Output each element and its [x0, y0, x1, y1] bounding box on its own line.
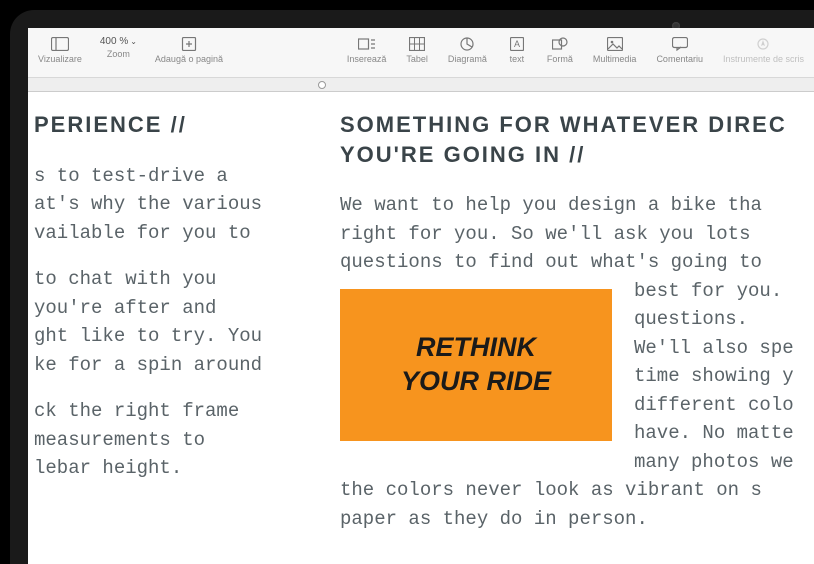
add-page-label: Adaugă o pagină	[155, 54, 223, 64]
ruler[interactable]	[28, 78, 814, 92]
text-button[interactable]: A text	[507, 36, 527, 64]
callout-box[interactable]: RETHINK YOUR RIDE	[340, 289, 612, 441]
media-label: Multimedia	[593, 54, 637, 64]
chart-button[interactable]: Diagramă	[448, 36, 487, 64]
left-heading: PERIENCE //	[34, 110, 308, 140]
tools-icon	[753, 36, 773, 52]
table-button[interactable]: Tabel	[406, 36, 428, 64]
view-label: Vizualizare	[38, 54, 82, 64]
table-label: Tabel	[406, 54, 428, 64]
tools-label: Instrumente de scris	[723, 54, 804, 64]
add-page-button[interactable]: Adaugă o pagină	[155, 36, 223, 64]
zoom-label: Zoom	[107, 49, 130, 59]
view-icon	[50, 36, 70, 52]
document-canvas[interactable]: PERIENCE // s to test-drive a at's why t…	[28, 92, 814, 564]
left-paragraph-3: ck the right frame measurements to lebar…	[34, 397, 308, 483]
chart-icon	[457, 36, 477, 52]
left-paragraph-1: s to test-drive a at's why the various v…	[34, 162, 308, 248]
insert-button[interactable]: Inserează	[347, 36, 387, 64]
callout-text: RETHINK YOUR RIDE	[401, 331, 551, 399]
comment-button[interactable]: Comentariu	[656, 36, 703, 64]
toolbar: Vizualizare 400 % ⌄ Zoom Adaugă o pagină	[28, 28, 814, 78]
svg-text:A: A	[514, 39, 520, 49]
view-button[interactable]: Vizualizare	[38, 36, 82, 64]
chart-label: Diagramă	[448, 54, 487, 64]
add-page-icon	[179, 36, 199, 52]
insert-label: Inserează	[347, 54, 387, 64]
zoom-value: 400 %	[100, 36, 128, 47]
tools-button[interactable]: Instrumente de scris	[723, 36, 804, 64]
media-button[interactable]: Multimedia	[593, 36, 637, 64]
shape-label: Formă	[547, 54, 573, 64]
zoom-dropdown[interactable]: 400 % ⌄ Zoom	[100, 36, 137, 64]
shape-button[interactable]: Formă	[547, 36, 573, 64]
right-paragraph: We want to help you design a bike tha ri…	[340, 191, 814, 533]
comment-icon	[670, 36, 690, 52]
table-icon	[407, 36, 427, 52]
text-label: text	[510, 54, 525, 64]
chevron-down-icon: ⌄	[130, 37, 137, 46]
right-heading: SOMETHING FOR WHATEVER DIREC YOU'RE GOIN…	[340, 110, 814, 169]
text-icon: A	[507, 36, 527, 52]
media-icon	[605, 36, 625, 52]
shape-icon	[550, 36, 570, 52]
ruler-marker[interactable]	[318, 81, 326, 89]
insert-icon	[357, 36, 377, 52]
comment-label: Comentariu	[656, 54, 703, 64]
left-paragraph-2: to chat with you you're after and ght li…	[34, 265, 308, 379]
